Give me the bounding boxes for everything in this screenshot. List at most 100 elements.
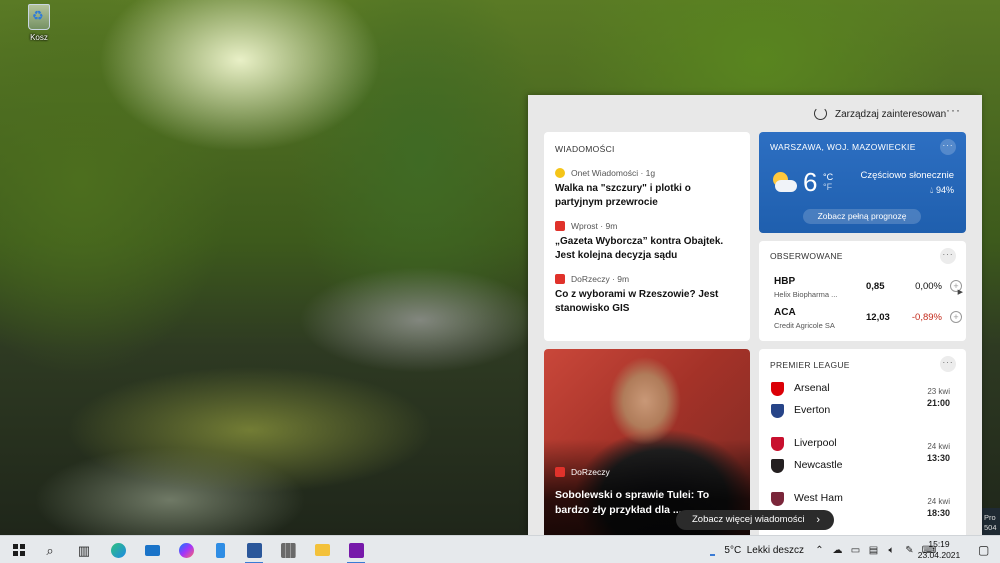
stock-row[interactable]: ACA Credit Agricole SA 12,03 -0,89% +: [774, 307, 962, 333]
onet-logo-icon: [555, 168, 565, 178]
match-date: 23 kwi: [927, 387, 950, 396]
weather-humidity: 💧︎ 94%: [929, 185, 954, 195]
mail-taskbar-button[interactable]: [135, 536, 169, 563]
news-headline[interactable]: Co z wyborami w Rzeszowie? Jest stanowis…: [555, 288, 739, 316]
news-card: WIADOMOŚCI Onet Wiadomości · 1g Walka na…: [544, 132, 750, 341]
task-view-button[interactable]: ▥: [67, 536, 101, 563]
edge-icon: [110, 542, 126, 558]
stock-price: 12,03: [866, 312, 890, 323]
team-name: Everton: [794, 404, 831, 416]
clock-date: 23.04.2021: [917, 550, 961, 560]
droplet-icon: 💧︎: [929, 185, 934, 195]
next-arrow-icon[interactable]: ▶: [958, 288, 963, 296]
match-time: 13:30: [926, 453, 950, 463]
wprost-logo-icon: [555, 221, 565, 231]
add-to-watchlist-icon[interactable]: +: [950, 311, 962, 323]
liverpool-crest-icon: [771, 437, 784, 451]
network-icon[interactable]: ▤: [867, 545, 880, 556]
weather-location: WARSZAWA, WOJ. MAZOWIECKIE: [770, 142, 916, 152]
stock-symbol: HBP: [774, 276, 796, 287]
dorzeczy-logo-icon: [555, 274, 565, 284]
taskbar-weather-text: 5°C Lekki deszcz: [724, 544, 804, 556]
stock-name: Helix Biopharma ...: [774, 290, 838, 299]
watchlist-more-icon[interactable]: ···: [940, 248, 956, 264]
match-row[interactable]: Liverpool Newcastle 24 kwi 13:30: [771, 434, 954, 478]
news-item[interactable]: Wprost · 9m „Gazeta Wyborcza” kontra Oba…: [555, 221, 739, 263]
chevron-right-icon: ›: [816, 514, 820, 526]
start-button[interactable]: [2, 536, 36, 563]
news-source: Wprost · 9m: [571, 221, 618, 231]
weather-condition: Częściowo słonecznie: [860, 170, 954, 181]
onedrive-cloud-icon[interactable]: ☁: [831, 545, 844, 556]
task-view-icon: ▥: [77, 542, 91, 558]
word-taskbar-button[interactable]: [237, 536, 271, 563]
flyout-header: Zarządzaj zainteresowan ···: [528, 95, 982, 133]
word-icon: [246, 542, 262, 558]
watchlist-label: OBSERWOWANE: [770, 251, 843, 261]
dorzeczy-logo-icon: [555, 467, 565, 477]
news-headline[interactable]: Walka na "szczury" i plotki o partyjnym …: [555, 182, 739, 210]
news-headline[interactable]: „Gazeta Wyborcza” kontra Obajtek. Jest k…: [555, 235, 739, 263]
news-item[interactable]: Onet Wiadomości · 1g Walka na "szczury" …: [555, 168, 739, 210]
premier-league-card: PREMIER LEAGUE ··· Arsenal Everton 23 kw…: [759, 349, 966, 535]
news-source: DoRzeczy · 9m: [571, 274, 630, 284]
match-date: 24 kwi: [927, 497, 950, 506]
west-ham-crest-icon: [771, 492, 784, 506]
temperature-unit-toggle[interactable]: °C °F: [823, 172, 833, 192]
stock-row[interactable]: HBP Helix Biopharma ... 0,85 0,00% +: [774, 276, 962, 302]
photo-news-source: DoRzeczy: [555, 467, 610, 477]
stock-symbol: ACA: [774, 307, 796, 318]
full-forecast-button[interactable]: Zobacz pełną prognozę: [803, 209, 921, 224]
weather-card[interactable]: WARSZAWA, WOJ. MAZOWIECKIE ··· 6 °C °F C…: [759, 132, 966, 233]
onenote-taskbar-button[interactable]: [339, 536, 373, 563]
onenote-icon: [348, 542, 364, 558]
news-item[interactable]: DoRzeczy · 9m Co z wyborami w Rzeszowie?…: [555, 274, 739, 316]
match-date: 24 kwi: [927, 442, 950, 451]
premier-league-more-icon[interactable]: ···: [940, 356, 956, 372]
premier-league-label: PREMIER LEAGUE: [770, 360, 850, 370]
battery-icon[interactable]: ▭: [849, 545, 862, 556]
messenger-taskbar-button[interactable]: [169, 536, 203, 563]
mail-icon: [144, 544, 160, 556]
rain-icon: [710, 544, 716, 556]
stock-change: -0,89%: [911, 312, 942, 323]
news-and-interests-flyout: Zarządzaj zainteresowan ··· WIADOMOŚCI O…: [528, 95, 982, 535]
team-name: Arsenal: [794, 382, 830, 394]
search-button[interactable]: ⌕: [33, 536, 67, 563]
news-source: Onet Wiadomości · 1g: [571, 168, 656, 178]
partial-window-text: Pro 504: [984, 513, 997, 532]
recycle-bin-desktop-icon[interactable]: Kosz: [22, 4, 56, 42]
edge-taskbar-button[interactable]: [101, 536, 135, 563]
recycle-bin-label: Kosz: [30, 33, 48, 42]
more-options-icon[interactable]: ···: [946, 103, 961, 117]
weather-temperature: 6: [803, 167, 818, 197]
files-taskbar-button[interactable]: [203, 536, 237, 563]
team-name: West Ham: [794, 492, 843, 504]
windows-logo-icon: [13, 544, 25, 556]
team-name: Newcastle: [794, 459, 843, 471]
match-time: 18:30: [926, 508, 950, 518]
volume-icon[interactable]: 🔈︎: [885, 545, 898, 556]
calculator-taskbar-button[interactable]: [271, 536, 305, 563]
show-hidden-icons-chevron-icon[interactable]: ⌃: [813, 545, 826, 556]
folder-icon: [314, 544, 330, 556]
calculator-icon: [280, 542, 296, 558]
match-row[interactable]: Arsenal Everton 23 kwi 21:00: [771, 379, 954, 423]
match-time: 21:00: [926, 398, 950, 408]
see-more-news-button[interactable]: Zobacz więcej wiadomości ›: [676, 510, 834, 530]
stock-name: Credit Agricole SA: [774, 321, 835, 330]
everton-crest-icon: [771, 404, 784, 418]
refresh-icon[interactable]: [814, 107, 827, 120]
taskbar-clock[interactable]: 15:19 23.04.2021: [912, 539, 966, 561]
photo-news-card[interactable]: DoRzeczy Sobolewski o sprawie Tulei: To …: [544, 349, 750, 535]
watchlist-card: OBSERWOWANE ··· HBP Helix Biopharma ... …: [759, 241, 966, 341]
recycle-bin-icon: [28, 4, 50, 30]
team-name: Liverpool: [794, 437, 837, 449]
news-and-interests-taskbar-button[interactable]: 5°C Lekki deszcz: [704, 536, 804, 563]
notifications-icon[interactable]: ▢: [978, 543, 989, 557]
arsenal-crest-icon: [771, 382, 784, 396]
manage-interests-link[interactable]: Zarządzaj zainteresowan: [835, 109, 946, 120]
file-explorer-taskbar-button[interactable]: [305, 536, 339, 563]
phone-icon: [215, 542, 225, 558]
weather-more-icon[interactable]: ···: [940, 139, 956, 155]
